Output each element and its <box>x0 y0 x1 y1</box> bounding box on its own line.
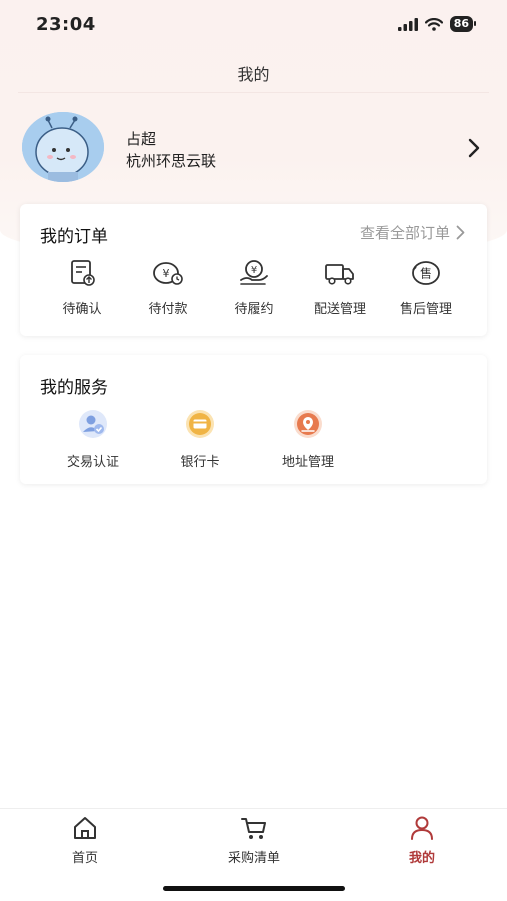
service-item-label: 银行卡 <box>180 455 220 470</box>
svg-text:售: 售 <box>420 266 432 281</box>
order-item-label: 待付款 <box>148 302 188 317</box>
home-indicator <box>163 886 345 891</box>
svg-text:¥: ¥ <box>251 265 257 276</box>
user-icon <box>411 816 433 840</box>
yen-coin-icon: ¥ <box>153 262 183 285</box>
order-item-label: 配送管理 <box>313 302 366 317</box>
wifi-icon <box>424 17 443 31</box>
svg-text:¥: ¥ <box>163 267 170 280</box>
view-all-label: 查看全部订单 <box>359 224 450 242</box>
user-verify-icon <box>79 410 107 438</box>
service-item-label: 交易认证 <box>66 455 119 470</box>
view-all-orders-link[interactable]: 查看全部订单 <box>360 222 465 243</box>
chevron-right-icon[interactable] <box>468 138 480 158</box>
truck-icon <box>325 264 354 285</box>
service-item-bank-card[interactable]: 银行卡 <box>155 409 245 470</box>
status-bar: 23:04 86 <box>0 0 507 50</box>
tab-label: 首页 <box>71 851 98 866</box>
service-item-trade-verification[interactable]: 交易认证 <box>48 409 138 470</box>
tab-label: 我的 <box>408 851 435 866</box>
avatar-image <box>22 112 104 182</box>
order-item-after-sale[interactable]: 售 售后管理 <box>384 258 468 317</box>
tab-purchase-list[interactable]: 采购清单 <box>204 815 304 866</box>
orders-title: 我的订单 <box>40 227 108 247</box>
order-item-delivery[interactable]: 配送管理 <box>298 258 382 317</box>
user-name: 占超 <box>126 130 157 148</box>
page-title: 我的 <box>237 65 270 84</box>
profile-row[interactable]: 占超 杭州环思云联 <box>22 112 492 186</box>
signal-icon <box>397 17 418 31</box>
status-icons: 86 <box>397 16 477 32</box>
home-icon <box>74 817 96 839</box>
order-item-label: 待确认 <box>62 302 102 317</box>
tab-home[interactable]: 首页 <box>35 815 135 866</box>
my-services-card: 我的服务 交易认证 银行卡 地址管理 <box>20 355 487 484</box>
yen-hand-icon: ¥ <box>240 260 268 285</box>
service-item-address[interactable]: 地址管理 <box>263 409 353 470</box>
service-row: 交易认证 银行卡 地址管理 <box>20 409 487 470</box>
tab-mine[interactable]: 我的 <box>372 815 472 866</box>
services-title: 我的服务 <box>40 378 108 398</box>
my-orders-card: 我的订单 查看全部订单 待确认 ¥ 待付款 ¥ 待履约 配送管理 售 售后管理 <box>20 204 487 336</box>
battery-indicator: 86 <box>449 16 477 32</box>
tab-label: 采购清单 <box>227 851 280 866</box>
document-upload-icon <box>71 260 95 286</box>
location-icon <box>294 410 322 438</box>
order-status-row: 待确认 ¥ 待付款 ¥ 待履约 配送管理 售 售后管理 <box>20 258 487 318</box>
status-time: 23:04 <box>36 14 96 35</box>
avatar[interactable] <box>22 112 104 182</box>
order-item-label: 待履约 <box>234 302 274 317</box>
company-name: 杭州环思云联 <box>126 152 217 170</box>
order-item-label: 售后管理 <box>399 302 452 317</box>
chevron-right-icon <box>456 225 465 240</box>
bank-card-icon <box>186 410 214 438</box>
cart-icon <box>241 818 266 839</box>
order-item-pending-confirm[interactable]: 待确认 <box>40 258 124 317</box>
after-sale-icon: 售 <box>412 261 440 285</box>
order-item-pending-payment[interactable]: ¥ 待付款 <box>126 258 210 317</box>
service-item-label: 地址管理 <box>281 455 334 470</box>
order-item-pending-fulfillment[interactable]: ¥ 待履约 <box>212 258 296 317</box>
nav-divider <box>18 92 489 93</box>
